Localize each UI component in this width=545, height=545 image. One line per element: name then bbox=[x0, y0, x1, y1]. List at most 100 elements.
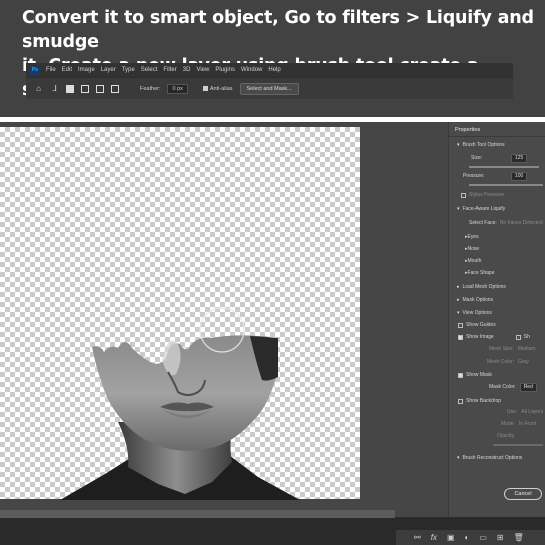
caption-line-1: Convert it to smart object, Go to filter… bbox=[22, 8, 534, 52]
group-icon[interactable]: ▭ bbox=[479, 533, 487, 542]
section-view-options[interactable]: ▾ View Options bbox=[449, 308, 545, 318]
size-slider[interactable] bbox=[469, 166, 539, 168]
show-guides-label: Show Guides bbox=[466, 322, 496, 328]
layers-panel-toolbar: ⚯ fx ▣ ◐ ▭ ⊞ 🗑 bbox=[396, 530, 545, 545]
show-mesh-label: Sh bbox=[523, 334, 530, 340]
show-backdrop-row[interactable]: Show Backdrop bbox=[449, 396, 545, 406]
subtract-selection-icon[interactable] bbox=[96, 84, 104, 93]
mask-color-row: Mask Color: Red bbox=[449, 382, 545, 392]
mouth-row[interactable]: ▸ Mouth bbox=[449, 256, 545, 266]
pressure-input[interactable]: 100 bbox=[511, 171, 528, 181]
mouth-label: Mouth bbox=[467, 258, 482, 264]
panel-title: Properties bbox=[455, 127, 481, 133]
menu-filter[interactable]: Filter bbox=[163, 67, 176, 73]
section-face-aware-liquify[interactable]: ▾ Face-Aware Liquify bbox=[449, 204, 545, 214]
mode-dropdown[interactable]: In Front bbox=[519, 421, 536, 427]
show-mask-row[interactable]: Show Mask bbox=[449, 370, 545, 380]
intersect-selection-icon[interactable] bbox=[111, 84, 119, 93]
section-label: Brush Reconstruct Options bbox=[462, 455, 523, 461]
section-label: Mask Options bbox=[462, 297, 494, 303]
chevron-down-icon: ▾ bbox=[457, 206, 460, 212]
stylus-pressure-label: Stylus Pressure bbox=[469, 192, 505, 198]
mode-label: Mode: bbox=[501, 421, 515, 427]
opacity-label: Opacity: bbox=[497, 433, 516, 439]
section-label: Brush Tool Options bbox=[462, 142, 505, 148]
show-mesh-toggle[interactable]: Sh bbox=[515, 334, 530, 340]
mesh-size-row: Mesh Size: Medium bbox=[449, 344, 545, 354]
select-and-mask-button[interactable]: Select and Mask... bbox=[239, 82, 299, 95]
menu-edit[interactable]: Edit bbox=[62, 67, 72, 73]
new-selection-icon[interactable] bbox=[66, 84, 74, 93]
eyes-row[interactable]: ▸ Eyes bbox=[449, 232, 545, 242]
section-load-mesh[interactable]: ▸ Load Mesh Options bbox=[449, 282, 545, 292]
show-guides-row[interactable]: Show Guides bbox=[449, 320, 545, 330]
feather-input[interactable]: 0 px bbox=[167, 83, 188, 94]
opacity-row: Opacity: bbox=[449, 431, 545, 441]
section-brush-tool-options[interactable]: ▾ Brush Tool Options bbox=[449, 140, 545, 150]
section-label: Face-Aware Liquify bbox=[462, 206, 506, 212]
show-mesh-checkbox[interactable] bbox=[515, 334, 521, 340]
chevron-right-icon: ▸ bbox=[457, 284, 460, 290]
menu-select[interactable]: Select bbox=[141, 67, 158, 73]
mask-color-dropdown[interactable]: Red bbox=[519, 382, 537, 392]
menu-help[interactable]: Help bbox=[268, 67, 280, 73]
section-label: Load Mesh Options bbox=[462, 284, 506, 290]
status-strip bbox=[0, 510, 395, 518]
anti-alias-checkbox[interactable]: Anti-alias bbox=[202, 86, 233, 92]
mesh-size-label: Mesh Size: bbox=[489, 346, 514, 352]
face-shape-row[interactable]: ▸ Face Shape bbox=[449, 268, 545, 278]
menu-layer[interactable]: Layer bbox=[101, 67, 116, 73]
select-face-dropdown[interactable]: No Faces Detected bbox=[500, 220, 543, 226]
fx-icon[interactable]: fx bbox=[431, 533, 437, 542]
panel-divider bbox=[449, 136, 545, 137]
show-mask-label: Show Mask bbox=[466, 372, 492, 378]
use-dropdown[interactable]: All Layers bbox=[521, 409, 543, 415]
section-brush-reconstruct[interactable]: ▾ Brush Reconstruct Options bbox=[449, 453, 545, 463]
new-layer-icon[interactable]: ⊞ bbox=[497, 533, 504, 542]
use-row: Use: All Layers bbox=[449, 407, 545, 417]
mesh-size-dropdown[interactable]: Medium bbox=[518, 346, 536, 352]
link-icon[interactable]: ⚯ bbox=[414, 533, 421, 542]
trash-icon[interactable]: 🗑 bbox=[514, 533, 524, 542]
menu-image[interactable]: Image bbox=[78, 67, 95, 73]
pressure-slider[interactable] bbox=[469, 184, 543, 186]
home-icon[interactable]: ⌂ bbox=[34, 84, 43, 93]
section-mask-options[interactable]: ▸ Mask Options bbox=[449, 295, 545, 305]
lasso-tool-icon[interactable]: ᒧ bbox=[50, 84, 59, 93]
size-input[interactable]: 125 bbox=[511, 153, 528, 163]
opacity-slider[interactable] bbox=[493, 444, 543, 446]
feather-label: Feather: bbox=[140, 85, 161, 92]
select-face-row: Select Face: No Faces Detected bbox=[449, 218, 545, 228]
show-guides-checkbox[interactable] bbox=[458, 322, 463, 328]
add-selection-icon[interactable] bbox=[81, 84, 89, 93]
menu-type[interactable]: Type bbox=[122, 67, 135, 73]
nose-label: Nose bbox=[467, 246, 480, 252]
show-image-checkbox[interactable] bbox=[458, 334, 463, 340]
adjustment-icon[interactable]: ◐ bbox=[465, 533, 470, 542]
chevron-down-icon: ▾ bbox=[457, 310, 460, 316]
show-backdrop-label: Show Backdrop bbox=[466, 398, 502, 404]
menu-plugins[interactable]: Plugins bbox=[215, 67, 235, 73]
show-image-label: Show Image bbox=[466, 334, 494, 340]
face-shape-label: Face Shape bbox=[467, 270, 495, 276]
cancel-button[interactable]: Cancel bbox=[504, 488, 542, 500]
show-backdrop-checkbox[interactable] bbox=[458, 398, 463, 404]
stylus-pressure-checkbox[interactable] bbox=[461, 192, 466, 198]
size-row: Size: 125 bbox=[449, 153, 545, 163]
show-image-row[interactable]: Show Image Sh bbox=[449, 332, 545, 342]
show-mask-checkbox[interactable] bbox=[458, 372, 463, 378]
menu-file[interactable]: File bbox=[46, 67, 56, 73]
mode-row: Mode: In Front bbox=[449, 419, 545, 429]
nose-row[interactable]: ▸ Nose bbox=[449, 244, 545, 254]
menu-3d[interactable]: 3D bbox=[183, 67, 191, 73]
mask-icon[interactable]: ▣ bbox=[447, 533, 455, 542]
menu-view[interactable]: View bbox=[196, 67, 209, 73]
stylus-pressure-row[interactable]: Stylus Pressure bbox=[449, 190, 545, 200]
mesh-color-dropdown[interactable]: Gray bbox=[518, 359, 529, 365]
mesh-color-label: Mesh Color: bbox=[487, 359, 514, 365]
use-label: Use: bbox=[507, 409, 518, 415]
chevron-right-icon: ▸ bbox=[457, 297, 460, 303]
size-label: Size: bbox=[471, 155, 483, 161]
menu-window[interactable]: Window bbox=[241, 67, 262, 73]
liquified-portrait-image bbox=[60, 307, 300, 500]
